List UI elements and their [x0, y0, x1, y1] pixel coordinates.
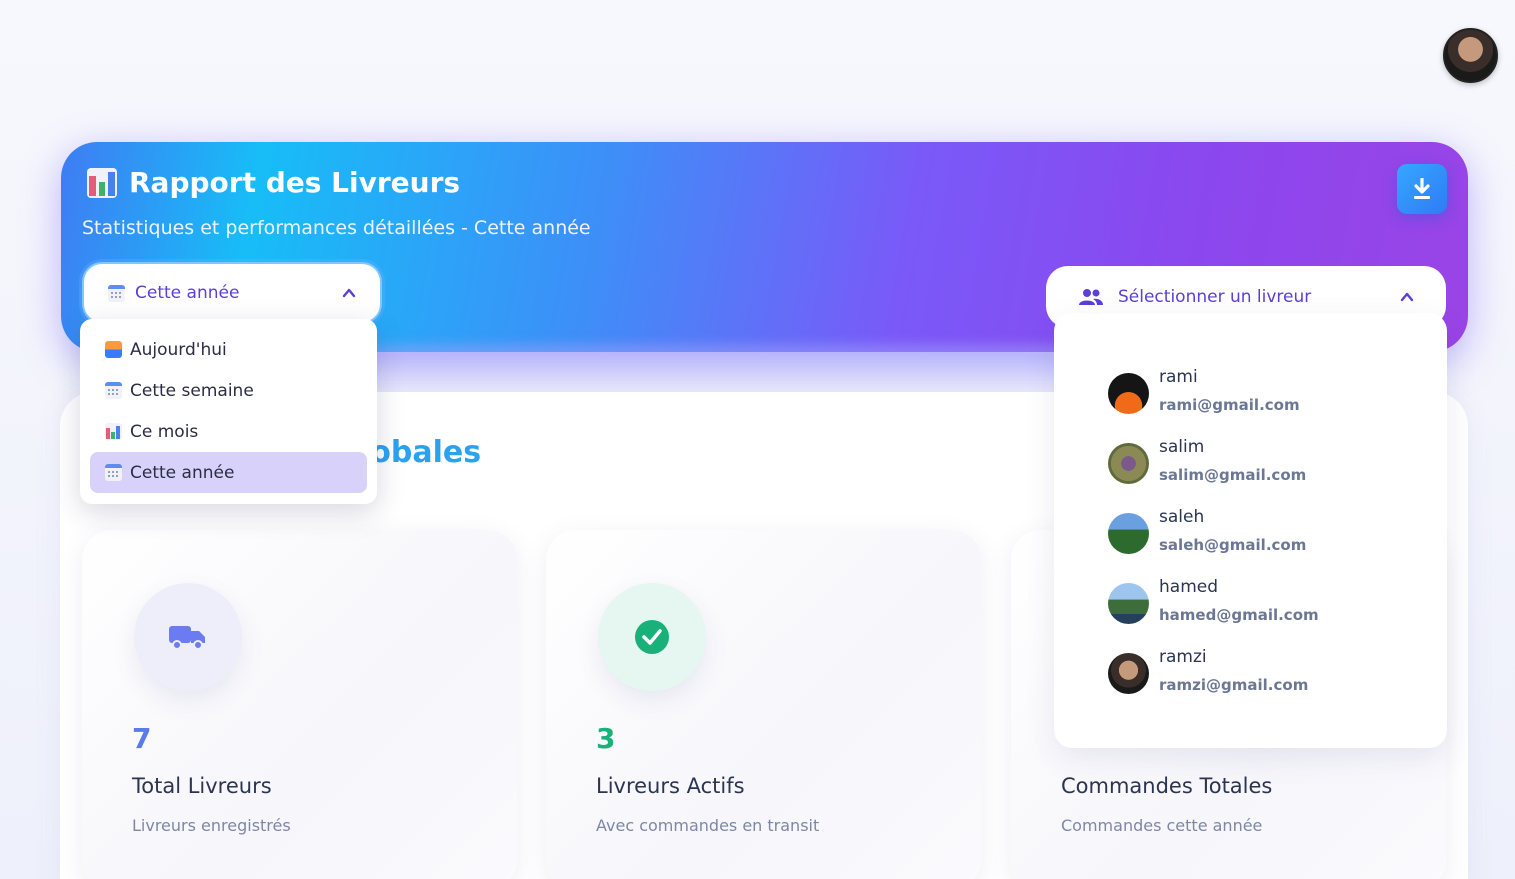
avatar — [1108, 653, 1149, 694]
avatar — [1108, 513, 1149, 554]
stat-card-active-drivers: 3 Livreurs Actifs Avec commandes en tran… — [546, 530, 981, 879]
period-dropdown-menu: Aujourd'hui Cette semaine Ce mois Cette … — [80, 319, 377, 504]
page-subtitle: Statistiques et performances détaillées … — [82, 217, 591, 239]
period-option-label: Cette année — [130, 462, 235, 483]
period-option-year[interactable]: Cette année — [90, 452, 367, 493]
avatar — [1108, 583, 1149, 624]
driver-name: rami — [1159, 367, 1198, 387]
stat-description: Commandes cette année — [1061, 816, 1263, 835]
stat-value: 7 — [132, 722, 152, 755]
page-title: Rapport des Livreurs — [129, 166, 461, 199]
calendar-icon — [105, 464, 122, 481]
driver-name: salim — [1159, 437, 1205, 457]
stat-value: 3 — [596, 722, 616, 755]
users-icon — [1079, 289, 1103, 305]
calendar-icon — [105, 382, 122, 399]
calendar-icon — [108, 284, 125, 302]
stat-label: Livreurs Actifs — [596, 774, 745, 798]
driver-option[interactable]: rami rami@gmail.com — [1054, 363, 1447, 433]
section-title-text: lobales — [360, 435, 482, 470]
driver-select-placeholder: Sélectionner un livreur — [1118, 287, 1312, 307]
chevron-up-icon — [342, 288, 356, 298]
driver-email: salim@gmail.com — [1159, 466, 1307, 484]
driver-name: hamed — [1159, 577, 1219, 597]
header-title-row: Rapport des Livreurs — [87, 166, 460, 199]
driver-email: saleh@gmail.com — [1159, 536, 1307, 554]
period-option-week[interactable]: Cette semaine — [90, 370, 367, 411]
download-icon — [1414, 178, 1430, 199]
download-button[interactable] — [1397, 164, 1447, 214]
stat-card-total-drivers: 7 Total Livreurs Livreurs enregistrés — [82, 530, 517, 879]
driver-dropdown-menu: rami rami@gmail.com salim salim@gmail.co… — [1054, 313, 1447, 748]
stat-label: Total Livreurs — [132, 774, 272, 798]
bar-chart-icon — [87, 167, 117, 198]
truck-icon — [134, 583, 242, 691]
chevron-up-icon — [1400, 292, 1414, 302]
driver-option[interactable]: ramzi ramzi@gmail.com — [1054, 643, 1447, 713]
period-option-label: Cette semaine — [130, 380, 254, 401]
avatar — [1108, 373, 1149, 414]
period-option-today[interactable]: Aujourd'hui — [90, 329, 367, 370]
stat-description: Avec commandes en transit — [596, 816, 820, 835]
period-option-label: Ce mois — [130, 421, 199, 442]
driver-option[interactable]: saleh saleh@gmail.com — [1054, 503, 1447, 573]
avatar — [1108, 443, 1149, 484]
bar-chart-icon — [105, 423, 122, 440]
period-option-label: Aujourd'hui — [130, 339, 227, 360]
period-select[interactable]: Cette année — [82, 262, 382, 324]
period-selected-label: Cette année — [135, 283, 240, 303]
period-option-month[interactable]: Ce mois — [90, 411, 367, 452]
driver-option[interactable]: salim salim@gmail.com — [1054, 433, 1447, 503]
driver-email: hamed@gmail.com — [1159, 606, 1319, 624]
driver-name: ramzi — [1159, 647, 1207, 667]
driver-email: rami@gmail.com — [1159, 396, 1300, 414]
driver-name: saleh — [1159, 507, 1205, 527]
check-circle-icon — [598, 583, 706, 691]
driver-email: ramzi@gmail.com — [1159, 676, 1309, 694]
user-avatar[interactable] — [1443, 28, 1498, 83]
driver-option[interactable]: hamed hamed@gmail.com — [1054, 573, 1447, 643]
stat-label: Commandes Totales — [1061, 774, 1273, 798]
stat-description: Livreurs enregistrés — [132, 816, 291, 835]
sunrise-icon — [105, 341, 122, 358]
